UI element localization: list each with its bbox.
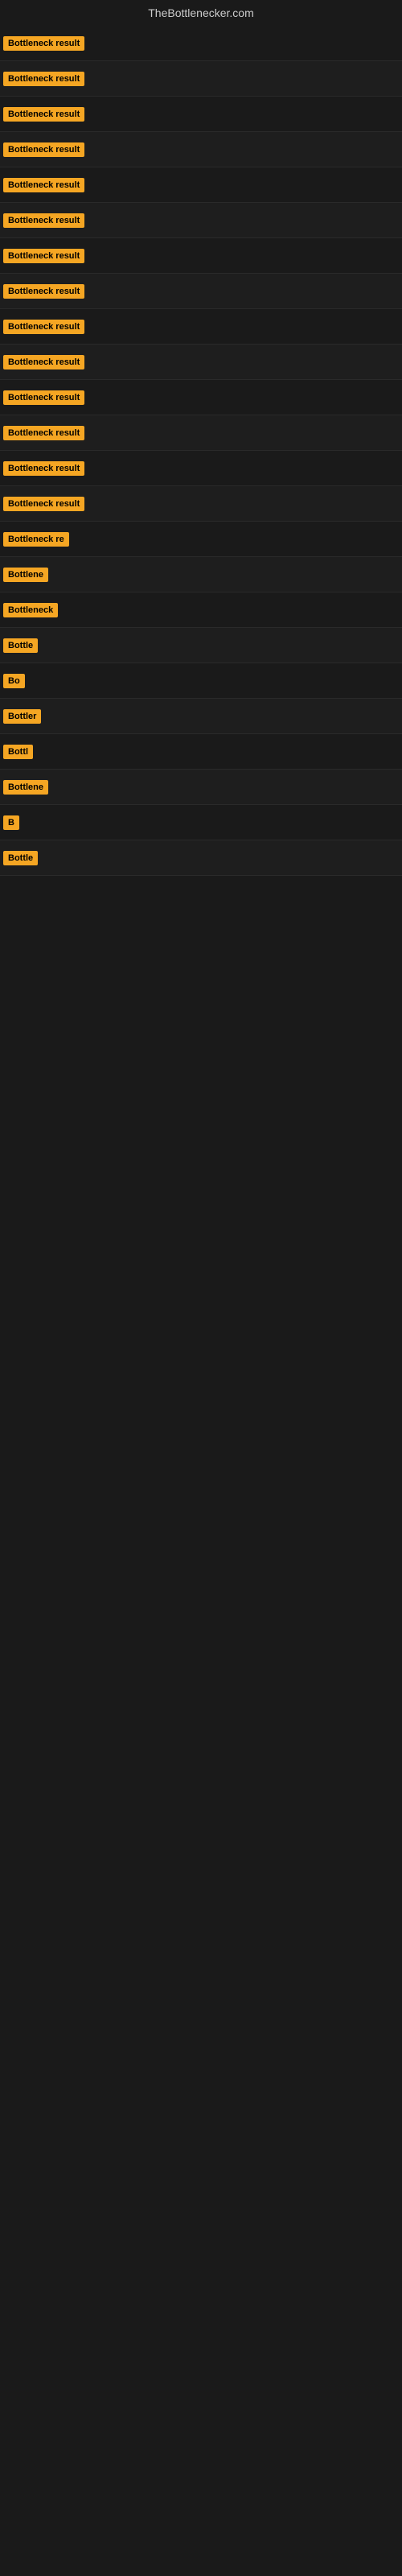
bottleneck-result-badge[interactable]: Bottleneck result [3, 355, 84, 369]
list-item[interactable]: Bottle [0, 840, 402, 876]
list-item[interactable]: Bottl [0, 734, 402, 770]
bottleneck-result-badge[interactable]: Bottleneck result [3, 178, 84, 192]
results-list: Bottleneck result Bottleneck result Bottle… [0, 26, 402, 876]
bottleneck-result-badge[interactable]: Bottleneck result [3, 72, 84, 86]
list-item[interactable]: Bottleneck result [0, 380, 402, 415]
bottleneck-result-badge[interactable]: B [3, 815, 19, 830]
bottleneck-result-badge[interactable]: Bottleneck result [3, 36, 84, 51]
list-item[interactable]: Bottleneck [0, 592, 402, 628]
bottleneck-result-badge[interactable]: Bo [3, 674, 25, 688]
bottleneck-result-badge[interactable]: Bottleneck result [3, 107, 84, 122]
bottleneck-result-badge[interactable]: Bottleneck [3, 603, 58, 617]
bottleneck-result-badge[interactable]: Bottleneck result [3, 142, 84, 157]
list-item[interactable]: Bottleneck result [0, 451, 402, 486]
list-item[interactable]: B [0, 805, 402, 840]
bottleneck-result-badge[interactable]: Bottlene [3, 568, 48, 582]
list-item[interactable]: Bottleneck result [0, 345, 402, 380]
list-item[interactable]: Bottleneck result [0, 61, 402, 97]
list-item[interactable]: Bottleneck result [0, 26, 402, 61]
bottleneck-result-badge[interactable]: Bottle [3, 851, 38, 865]
bottleneck-result-badge[interactable]: Bottlene [3, 780, 48, 795]
list-item[interactable]: Bottleneck result [0, 167, 402, 203]
list-item[interactable]: Bottleneck result [0, 486, 402, 522]
bottleneck-result-badge[interactable]: Bottleneck result [3, 213, 84, 228]
list-item[interactable]: Bottleneck result [0, 97, 402, 132]
bottleneck-result-badge[interactable]: Bottleneck result [3, 320, 84, 334]
list-item[interactable]: Bottlene [0, 770, 402, 805]
list-item[interactable]: Bottleneck result [0, 274, 402, 309]
bottleneck-result-badge[interactable]: Bottler [3, 709, 41, 724]
list-item[interactable]: Bo [0, 663, 402, 699]
bottleneck-result-badge[interactable]: Bottle [3, 638, 38, 653]
bottleneck-result-badge[interactable]: Bottleneck result [3, 390, 84, 405]
list-item[interactable]: Bottleneck re [0, 522, 402, 557]
bottleneck-result-badge[interactable]: Bottleneck re [3, 532, 69, 547]
bottleneck-result-badge[interactable]: Bottleneck result [3, 426, 84, 440]
list-item[interactable]: Bottler [0, 699, 402, 734]
bottleneck-result-badge[interactable]: Bottleneck result [3, 461, 84, 476]
list-item[interactable]: Bottle [0, 628, 402, 663]
site-title: TheBottlenecker.com [0, 0, 402, 26]
list-item[interactable]: Bottlene [0, 557, 402, 592]
list-item[interactable]: Bottleneck result [0, 132, 402, 167]
bottleneck-result-badge[interactable]: Bottleneck result [3, 249, 84, 263]
list-item[interactable]: Bottleneck result [0, 238, 402, 274]
bottleneck-result-badge[interactable]: Bottleneck result [3, 497, 84, 511]
bottleneck-result-badge[interactable]: Bottl [3, 745, 33, 759]
bottleneck-result-badge[interactable]: Bottleneck result [3, 284, 84, 299]
list-item[interactable]: Bottleneck result [0, 415, 402, 451]
list-item[interactable]: Bottleneck result [0, 309, 402, 345]
site-title-text: TheBottlenecker.com [148, 6, 254, 19]
list-item[interactable]: Bottleneck result [0, 203, 402, 238]
